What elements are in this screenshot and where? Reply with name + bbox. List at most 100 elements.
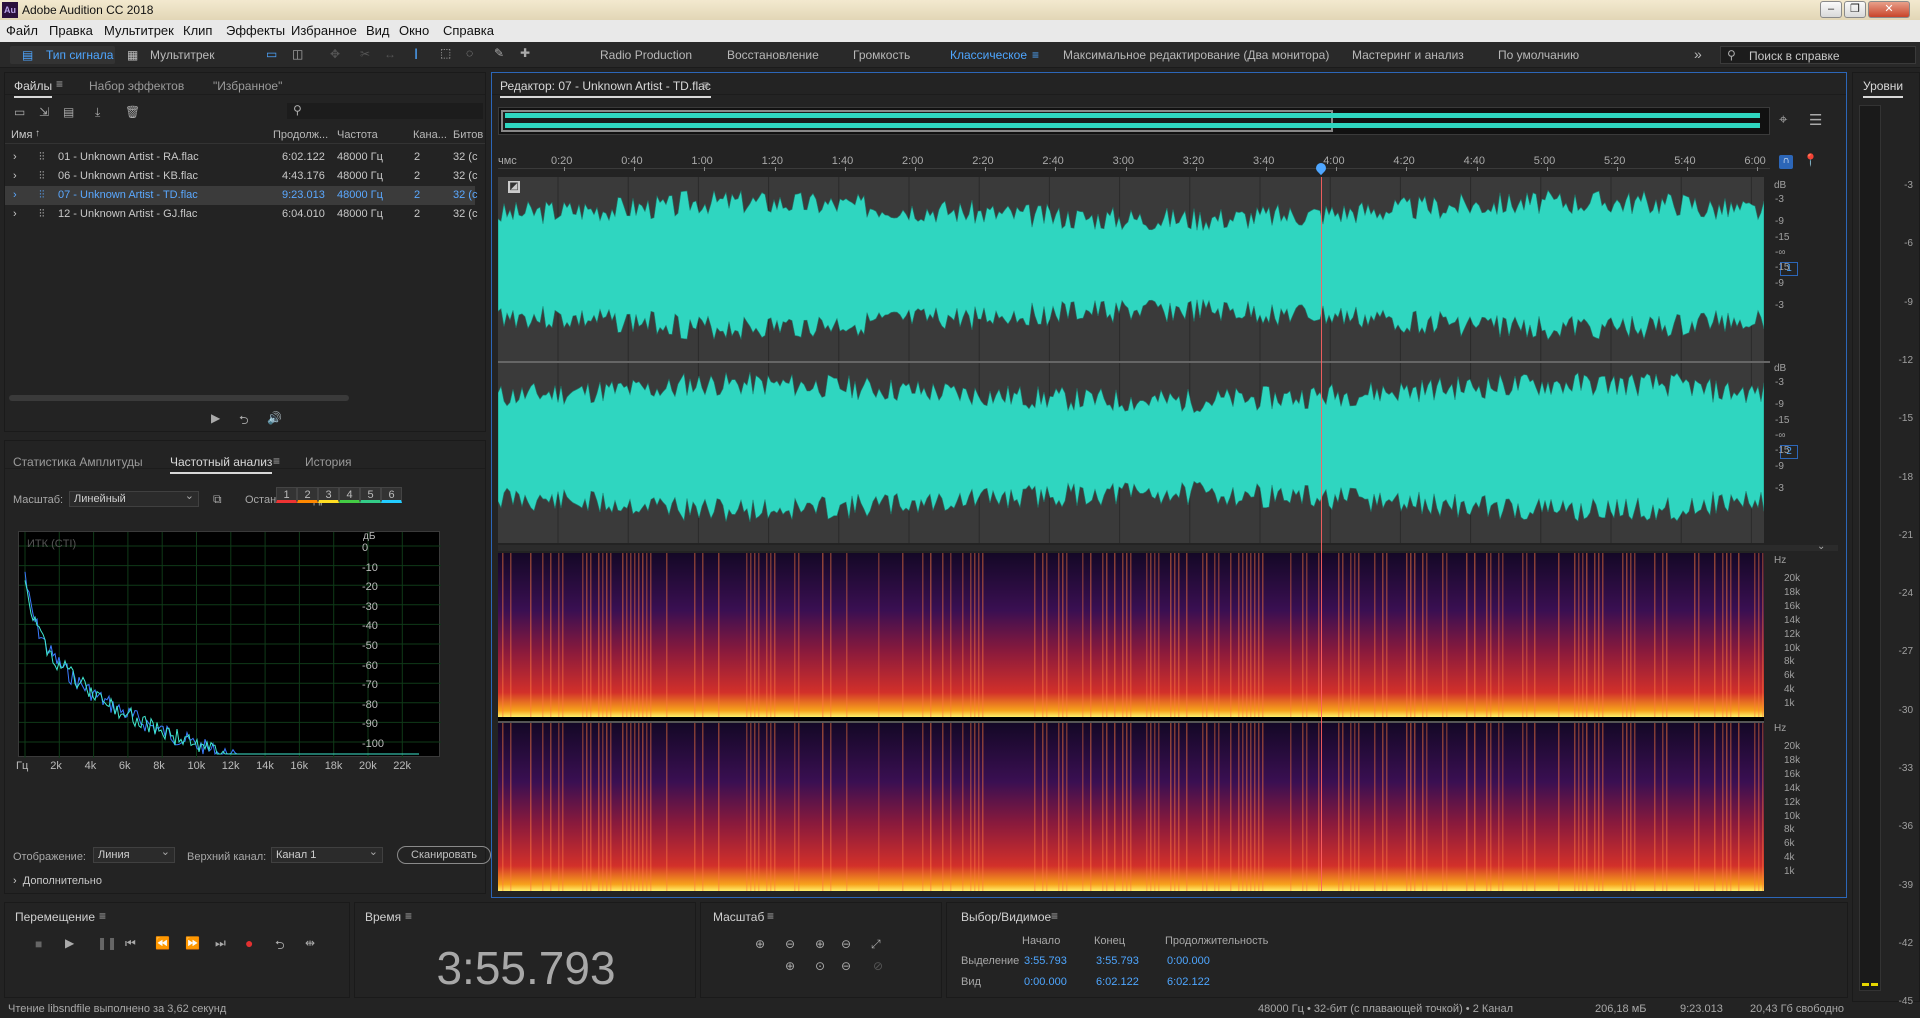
maximize-button[interactable]: ❐ <box>1844 1 1866 18</box>
freeze-button-1[interactable]: 1 <box>276 487 297 503</box>
zoom-out-amplitude-icon[interactable]: ⊖ <box>785 937 795 951</box>
record-icon[interactable]: ● <box>245 935 253 951</box>
selection-duration[interactable]: 0:00.000 <box>1167 955 1210 967</box>
tab-effects-rack[interactable]: Набор эффектов <box>89 79 184 93</box>
skip-selection-icon[interactable]: ⇹ <box>305 936 315 950</box>
tab-frequency-analysis[interactable]: Частотный анализ <box>170 455 273 474</box>
multitrack-view-button[interactable]: ▦ Мультитрек <box>125 46 225 64</box>
workspace-max-edit[interactable]: Максимальное редактирование (Два монитор… <box>1063 48 1329 62</box>
tab-amplitude-stats[interactable]: Статистика Амплитуды <box>13 455 143 469</box>
freeze-button-3[interactable]: 3 <box>318 487 339 503</box>
expand-icon[interactable]: › <box>13 170 17 182</box>
slip-tool-icon[interactable]: ↔ <box>384 47 396 61</box>
workspace-mastering[interactable]: Мастеринг и анализ <box>1352 48 1464 62</box>
panel-menu-icon[interactable]: ≡ <box>702 78 709 92</box>
spectral-display-icon[interactable]: ◫ <box>292 47 303 61</box>
menu-edit[interactable]: Правка <box>49 23 93 38</box>
selection-start[interactable]: 3:55.793 <box>1024 955 1067 967</box>
hud-icon[interactable]: ◩ <box>508 181 520 193</box>
freeze-button-5[interactable]: 5 <box>360 487 381 503</box>
current-time-display[interactable]: 3:55.793 <box>355 941 697 995</box>
col-channels[interactable]: Кана... <box>413 129 447 141</box>
overview-strip[interactable] <box>498 107 1770 135</box>
help-search-field[interactable]: ⚲ Поиск в справке <box>1720 46 1916 64</box>
waveform-display-icon[interactable]: ▭ <box>266 47 277 61</box>
file-row-12[interactable]: › ⫶⫶ 12 - Unknown Artist - GJ.flac 6:04.… <box>5 205 477 224</box>
freeze-button-4[interactable]: 4 <box>339 487 360 503</box>
expand-icon[interactable]: › <box>13 208 17 220</box>
panel-menu-icon[interactable]: ≡ <box>273 454 280 468</box>
menu-window[interactable]: Окно <box>399 23 429 38</box>
rewind-icon[interactable]: ⏪ <box>155 936 170 950</box>
marker-pin-icon[interactable]: 📍 <box>1803 153 1818 167</box>
panel-menu-icon[interactable]: ≡ <box>767 909 774 923</box>
zoom-in-selection-icon[interactable]: ⊕ <box>785 959 795 973</box>
stop-icon[interactable]: ■ <box>35 937 42 951</box>
col-name[interactable]: Имя <box>11 129 32 141</box>
workspace-restoration[interactable]: Восстановление <box>727 48 819 62</box>
zoom-to-selection-icon[interactable]: ⊙ <box>815 959 825 973</box>
scale-dropdown[interactable]: Линейный <box>69 489 199 507</box>
panel-menu-icon[interactable]: ≡ <box>99 909 106 923</box>
waveform-view-button[interactable]: ▤ Тип сигнала <box>10 46 115 64</box>
col-rate[interactable]: Частота <box>337 129 378 141</box>
zoom-full-icon[interactable]: ⤢ <box>871 937 881 952</box>
pause-icon[interactable]: ❚❚ <box>97 936 117 950</box>
go-to-start-icon[interactable]: ⏮ <box>125 936 136 951</box>
loop-icon[interactable]: ⮌ <box>239 411 249 432</box>
workspace-menu-icon[interactable]: ≡ <box>1032 48 1039 62</box>
lasso-tool-icon[interactable]: ◌ <box>466 46 473 60</box>
play-icon[interactable]: ▶ <box>211 411 220 425</box>
selection-end[interactable]: 3:55.793 <box>1096 955 1139 967</box>
tab-files[interactable]: Файлы <box>14 79 53 98</box>
workspace-loudness[interactable]: Громкость <box>853 48 910 62</box>
workspace-classic[interactable]: Классическое <box>950 48 1027 62</box>
view-duration[interactable]: 6:02.122 <box>1167 976 1210 988</box>
waveform-view[interactable]: ◩ <box>498 177 1764 543</box>
advanced-expander[interactable]: › Дополнительно <box>13 875 102 887</box>
open-file-icon[interactable]: ▭ <box>14 105 25 119</box>
display-dropdown[interactable]: Линия <box>93 845 175 863</box>
file-row-01[interactable]: › ⫶⫶ 01 - Unknown Artist - RA.flac 6:02.… <box>5 148 477 167</box>
menu-effects[interactable]: Эффекты <box>226 23 285 38</box>
tab-history[interactable]: История <box>305 455 352 469</box>
close-button[interactable]: ✕ <box>1868 1 1910 18</box>
zoom-in-time-icon[interactable]: ⊕ <box>815 937 825 951</box>
time-ruler[interactable]: чмс 0:20 0:40 1:00 1:20 1:40 2:00 2:20 2:40 3:00… <box>498 153 1770 171</box>
import-file-icon[interactable]: ⇲ <box>39 105 49 119</box>
insert-multitrack-icon[interactable]: ⤓ <box>95 105 100 120</box>
list-icon[interactable]: ☰ <box>1809 111 1822 129</box>
more-workspaces-icon[interactable]: » <box>1694 46 1702 62</box>
editor-tab[interactable]: Редактор: 07 - Unknown Artist - TD.flac <box>500 79 711 98</box>
panel-menu-icon[interactable]: ≡ <box>405 909 412 923</box>
files-search-input[interactable]: ⚲ <box>287 103 483 119</box>
spot-healing-tool-icon[interactable]: ✚ <box>520 46 530 60</box>
file-row-07-selected[interactable]: › ⫶⫶ 07 - Unknown Artist - TD.flac 9:23.… <box>5 186 477 205</box>
go-to-end-icon[interactable]: ⏭ <box>215 936 226 951</box>
delete-icon[interactable]: 🗑 <box>125 105 140 119</box>
freeze-button-6[interactable]: 6 <box>381 487 402 503</box>
snapshot-icon[interactable]: ⧉ <box>213 492 222 507</box>
menu-multitrack[interactable]: Мультитрек <box>104 23 174 38</box>
zoom-navigator-icon[interactable]: ⌖ <box>1779 111 1787 128</box>
brush-tool-icon[interactable]: ✎ <box>494 46 504 60</box>
zoom-out-full-icon[interactable]: ⊖ <box>841 959 851 973</box>
fast-forward-icon[interactable]: ⏩ <box>185 936 200 950</box>
loop-playback-icon[interactable]: ⮌ <box>275 936 285 957</box>
workspace-default[interactable]: По умолчанию <box>1498 48 1579 62</box>
autoplay-icon[interactable]: 🔊 <box>267 411 282 425</box>
tab-favorites[interactable]: "Избранное" <box>213 79 282 93</box>
workspace-radio[interactable]: Radio Production <box>600 48 692 62</box>
move-tool-icon[interactable]: ✥ <box>330 47 340 61</box>
zoom-reset-icon[interactable]: ⊘ <box>873 959 883 973</box>
snap-icon[interactable]: ∩ <box>1779 155 1793 169</box>
marquee-tool-icon[interactable]: ⬚ <box>440 46 451 60</box>
view-splitter[interactable] <box>498 545 1838 551</box>
horizontal-scrollbar[interactable] <box>9 395 349 401</box>
expand-icon[interactable]: › <box>13 151 17 163</box>
minimize-button[interactable]: – <box>1820 1 1842 18</box>
new-file-icon[interactable]: ▤ <box>63 105 74 119</box>
view-end[interactable]: 6:02.122 <box>1096 976 1139 988</box>
channel-dropdown[interactable]: Канал 1 <box>271 845 383 863</box>
freeze-button-2[interactable]: 2 <box>297 487 318 503</box>
